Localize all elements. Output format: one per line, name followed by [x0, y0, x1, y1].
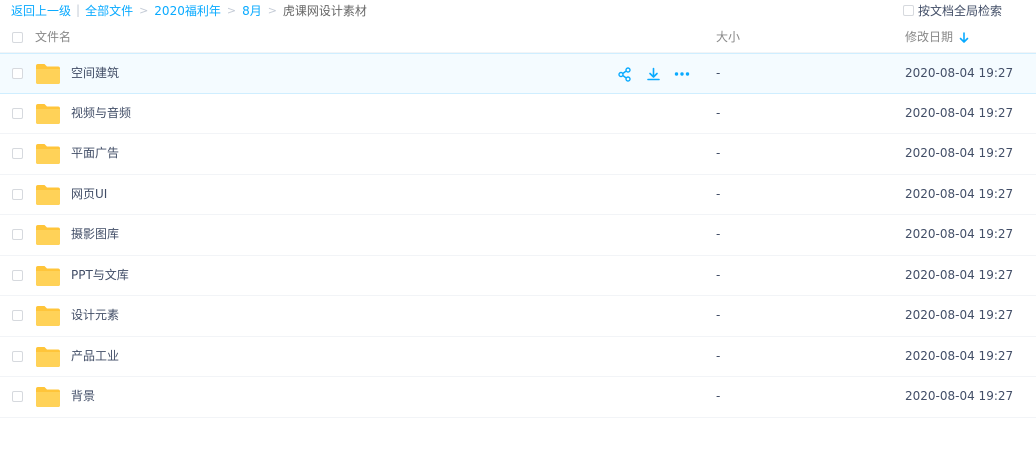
sort-down-icon[interactable]: [959, 31, 969, 44]
file-modified-date: 2020-08-04 19:27: [905, 227, 1014, 241]
row-checkbox[interactable]: [12, 107, 23, 119]
folder-icon: [35, 143, 61, 165]
file-modified-date: 2020-08-04 19:27: [905, 146, 1014, 160]
row-checkbox[interactable]: [12, 229, 23, 240]
file-name[interactable]: 网页UI: [71, 175, 107, 213]
file-size: -: [716, 66, 721, 80]
row-checkbox[interactable]: [12, 188, 23, 200]
file-name[interactable]: 平面广告: [71, 134, 119, 172]
download-icon[interactable]: [644, 65, 662, 83]
crumb-2020[interactable]: 2020福利年: [154, 2, 221, 19]
file-row[interactable]: 设计元素 - 2020-08-04 19:27: [0, 296, 1036, 337]
select-all-checkbox[interactable]: [12, 32, 23, 43]
file-row[interactable]: 产品工业 - 2020-08-04 19:27: [0, 336, 1036, 377]
file-name[interactable]: 空间建筑: [71, 54, 119, 92]
crumb-current: 虎课网设计素材: [282, 3, 367, 18]
folder-icon: [35, 346, 61, 368]
column-modified[interactable]: 修改日期: [905, 22, 969, 53]
folder-icon: [35, 305, 61, 327]
breadcrumb: 返回上一级 | 全部文件 > 2020福利年 > 8月 > 虎课网设计素材: [11, 0, 367, 20]
file-row[interactable]: 平面广告 - 2020-08-04 19:27: [0, 134, 1036, 175]
column-modified-label: 修改日期: [905, 30, 954, 44]
file-size: -: [716, 348, 721, 363]
row-actions: [615, 65, 691, 83]
file-row[interactable]: 背景 - 2020-08-04 19:27: [0, 377, 1036, 418]
file-size: -: [716, 267, 721, 282]
row-checkbox[interactable]: [12, 148, 23, 159]
row-checkbox[interactable]: [12, 68, 23, 79]
fulltext-checkbox[interactable]: [902, 4, 914, 16]
folder-icon: [35, 184, 61, 206]
file-row[interactable]: 网页UI - 2020-08-04 19:27: [0, 174, 1036, 215]
column-size[interactable]: 大小: [716, 22, 740, 53]
folder-icon: [35, 265, 61, 287]
file-size: -: [716, 105, 721, 120]
breadcrumb-separator: >: [139, 3, 149, 17]
file-name[interactable]: 摄影图库: [71, 215, 119, 253]
folder-icon: [35, 63, 61, 85]
file-name[interactable]: 产品工业: [71, 337, 119, 375]
fulltext-label: 按文档全局检索: [917, 3, 1002, 18]
column-name[interactable]: 文件名: [35, 22, 71, 53]
file-name[interactable]: PPT与文库: [71, 256, 129, 294]
file-modified-date: 2020-08-04 19:27: [905, 308, 1014, 322]
folder-icon: [35, 386, 61, 408]
share-icon[interactable]: [615, 65, 633, 83]
row-checkbox[interactable]: [12, 391, 23, 402]
file-row[interactable]: PPT与文库 - 2020-08-04 19:27: [0, 255, 1036, 296]
more-icon[interactable]: [673, 65, 691, 83]
file-modified-date: 2020-08-04 19:27: [905, 389, 1014, 403]
fulltext-search-toggle[interactable]: 按文档全局检索: [902, 1, 1002, 19]
back-link[interactable]: 返回上一级: [11, 2, 71, 19]
file-modified-date: 2020-08-04 19:27: [905, 267, 1014, 282]
row-checkbox[interactable]: [12, 350, 23, 362]
file-modified-date: 2020-08-04 19:27: [905, 186, 1014, 201]
file-row[interactable]: 空间建筑 - 2020-08-04 19:27: [0, 53, 1036, 94]
breadcrumb-divider: |: [76, 3, 81, 17]
folder-icon: [35, 224, 61, 246]
file-modified-date: 2020-08-04 19:27: [905, 66, 1014, 80]
file-size: -: [716, 186, 721, 201]
file-name[interactable]: 设计元素: [71, 296, 119, 334]
folder-icon: [35, 103, 61, 125]
file-size: -: [716, 389, 721, 403]
crumb-august[interactable]: 8月: [242, 2, 262, 19]
row-checkbox[interactable]: [12, 310, 23, 321]
file-row[interactable]: 视频与音频 - 2020-08-04 19:27: [0, 93, 1036, 134]
file-size: -: [716, 227, 721, 241]
file-size: -: [716, 146, 721, 160]
file-name[interactable]: 背景: [71, 377, 95, 415]
file-modified-date: 2020-08-04 19:27: [905, 348, 1014, 363]
file-list-header: 文件名 大小 修改日期: [0, 22, 1036, 53]
file-size: -: [716, 308, 721, 322]
breadcrumb-separator: >: [267, 3, 277, 17]
file-name[interactable]: 视频与音频: [71, 94, 131, 132]
file-list: 空间建筑 - 2020-08-04 19:27 视频与音频 - 2020-08-04 1…: [0, 53, 1036, 418]
row-checkbox[interactable]: [12, 269, 23, 281]
breadcrumb-separator: >: [226, 3, 237, 17]
all-files-link[interactable]: 全部文件: [85, 2, 133, 19]
file-modified-date: 2020-08-04 19:27: [905, 105, 1014, 120]
file-row[interactable]: 摄影图库 - 2020-08-04 19:27: [0, 215, 1036, 256]
